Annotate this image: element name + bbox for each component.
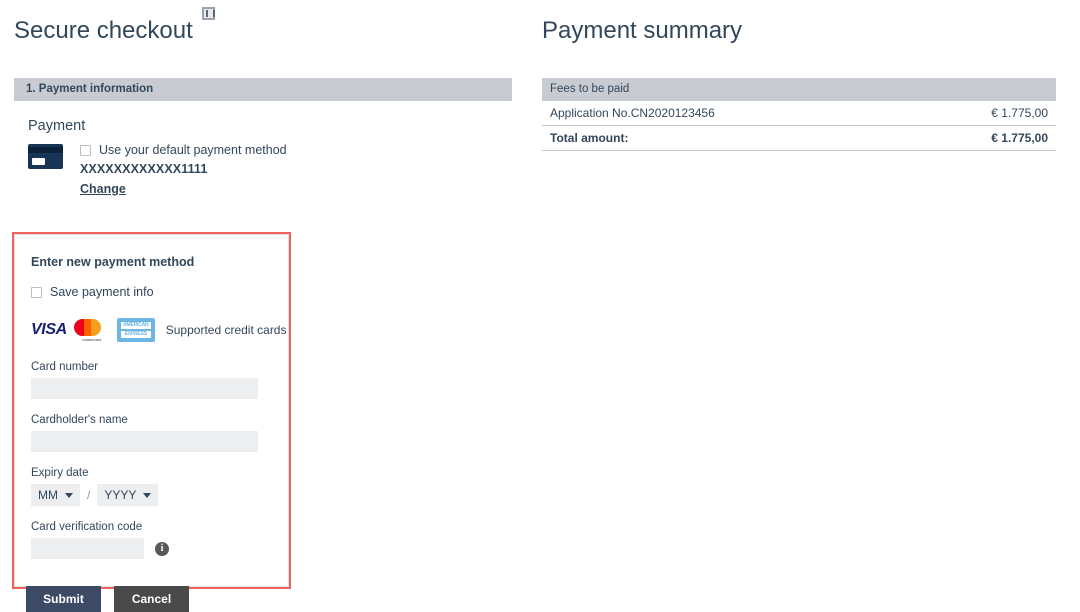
expiry-separator: / [87,488,91,502]
new-payment-method-inner: Enter new payment method Save payment in… [14,234,289,587]
amex-line-1: AMERICAN [120,322,151,329]
new-payment-method-panel: Enter new payment method Save payment in… [12,232,291,589]
checkout-column: Secure checkout 1. Payment information P… [14,0,512,198]
expiry-date-row: MM / YYYY [31,484,272,506]
chevron-down-icon [143,492,152,498]
card-number-label: Card number [31,361,99,373]
new-payment-method-heading: Enter new payment method [31,255,195,269]
expiry-month-select[interactable]: MM [31,484,80,506]
use-default-method-label: Use your default payment method [99,143,287,157]
amex-line-2: EXPRESS [120,331,151,338]
use-default-method-checkbox[interactable] [80,144,91,156]
expiry-month-value: MM [38,488,58,502]
cvc-row: i [31,538,272,559]
submit-button[interactable]: Submit [26,586,101,612]
cardholder-name-input[interactable] [31,431,258,452]
credit-card-icon [28,144,63,169]
change-payment-method-link[interactable]: Change [80,182,126,196]
supported-cards-caption: Supported credit cards [165,323,287,337]
expiry-year-select[interactable]: YYYY [97,484,159,506]
default-payment-method: Use your default payment method XXXXXXXX… [28,143,512,198]
checkout-page: Secure checkout 1. Payment information P… [0,0,1080,612]
summary-total-label: Total amount: [550,131,629,145]
summary-total-row: Total amount: € 1.775,00 [542,126,1056,151]
save-payment-info-row[interactable]: Save payment info [31,285,272,299]
summary-row-amount: € 1.775,00 [991,106,1048,120]
summary-row: Application No.CN2020123456 € 1.775,00 [542,101,1056,126]
supported-cards-row: VISA mastercard AMERICAN EXPRESS Support… [31,318,286,342]
save-payment-info-label: Save payment info [50,285,154,299]
expiry-date-label: Expiry date [31,467,89,479]
expiry-year-value: YYYY [104,488,137,502]
form-actions: Submit Cancel [26,586,189,612]
use-default-method-row[interactable]: Use your default payment method [80,143,287,157]
summary-row-label: Application No.CN2020123456 [550,106,715,120]
default-method-texts: Use your default payment method XXXXXXXX… [80,143,287,198]
payment-label: Payment [28,118,86,134]
broken-image-icon [201,7,215,20]
cardholder-name-label: Cardholder's name [31,414,128,426]
mastercard-logo: mastercard [73,318,110,342]
cvc-label: Card verification code [31,521,143,533]
summary-title: Payment summary [542,17,743,44]
mastercard-overlap [83,319,91,336]
mastercard-wordmark: mastercard [82,337,102,342]
chevron-down-icon [65,492,73,498]
summary-total-amount: € 1.775,00 [991,131,1048,145]
page-title-row: Secure checkout [14,0,512,46]
page-title: Secure checkout [14,17,193,44]
masked-card-number: XXXXXXXXXXXX1111 [80,162,208,176]
section-header-payment-information: 1. Payment information [14,78,512,101]
cvc-input[interactable] [31,538,144,559]
cancel-button[interactable]: Cancel [114,586,189,612]
info-icon[interactable]: i [155,541,169,556]
card-number-input[interactable] [31,378,258,399]
summary-table-header: Fees to be paid [542,78,1056,101]
amex-logo: AMERICAN EXPRESS [116,318,155,342]
summary-column: Payment summary Fees to be paid Applicat… [542,0,1056,151]
save-payment-info-checkbox[interactable] [31,286,42,298]
visa-logo: VISA [31,321,67,338]
